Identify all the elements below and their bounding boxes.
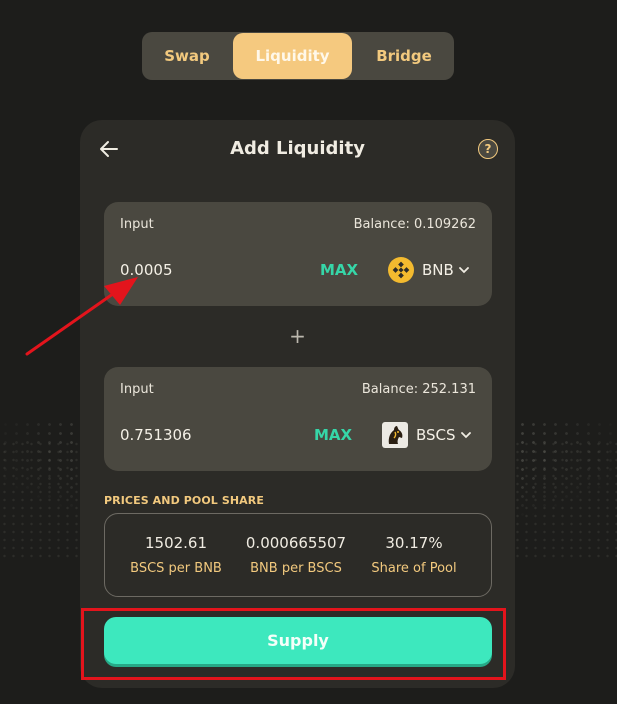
pool-share-heading: PRICES AND POOL SHARE	[104, 494, 264, 507]
pool-stat: 1502.61 BSCS per BNB	[116, 534, 236, 576]
max-button[interactable]: MAX	[314, 426, 352, 444]
stat-value: 0.000665507	[245, 534, 347, 552]
amount-input-bscs[interactable]	[118, 423, 292, 447]
input-label: Input	[120, 382, 154, 397]
stat-label: BNB per BSCS	[250, 561, 342, 576]
page-title: Add Liquidity	[230, 138, 365, 159]
pool-stat: 0.000665507 BNB per BSCS	[236, 534, 356, 576]
input-panel-bnb: Input Balance: 0.109262 MAX BNB	[104, 202, 492, 306]
add-liquidity-card: Add Liquidity ? Input Balance: 0.109262 …	[80, 120, 515, 688]
stat-value: 30.17%	[385, 534, 443, 552]
tab-bridge[interactable]: Bridge	[354, 33, 454, 79]
input-label: Input	[120, 217, 154, 232]
balance-text: Balance: 0.109262	[353, 217, 476, 232]
token-name: BNB	[422, 261, 454, 279]
token-select-bscs[interactable]: BSCS	[382, 420, 471, 450]
nav-tabs: Swap Liquidity Bridge	[142, 32, 454, 80]
question-circle-icon[interactable]: ?	[478, 139, 498, 159]
token-name: BSCS	[416, 426, 456, 444]
stat-label: Share of Pool	[371, 561, 457, 576]
input-panel-bscs: Input Balance: 252.131 MAX BSCS	[104, 367, 492, 471]
balance-text: Balance: 252.131	[361, 382, 476, 397]
stat-value: 1502.61	[144, 534, 208, 552]
tab-liquidity[interactable]: Liquidity	[233, 33, 352, 79]
max-button[interactable]: MAX	[320, 261, 358, 279]
plus-icon: +	[289, 324, 306, 348]
highlight-box	[81, 608, 506, 680]
token-select-bnb[interactable]: BNB	[388, 255, 469, 285]
chevron-down-icon	[458, 267, 469, 274]
tab-swap[interactable]: Swap	[142, 33, 232, 79]
stat-label: BSCS per BNB	[130, 561, 222, 576]
bnb-logo-icon	[388, 257, 414, 283]
pool-stat: 30.17% Share of Pool	[354, 534, 474, 576]
amount-input-bnb[interactable]	[118, 258, 292, 282]
chevron-down-icon	[460, 432, 471, 439]
pool-share-box: 1502.61 BSCS per BNB 0.000665507 BNB per…	[104, 513, 492, 597]
bscs-logo-icon	[382, 422, 408, 448]
